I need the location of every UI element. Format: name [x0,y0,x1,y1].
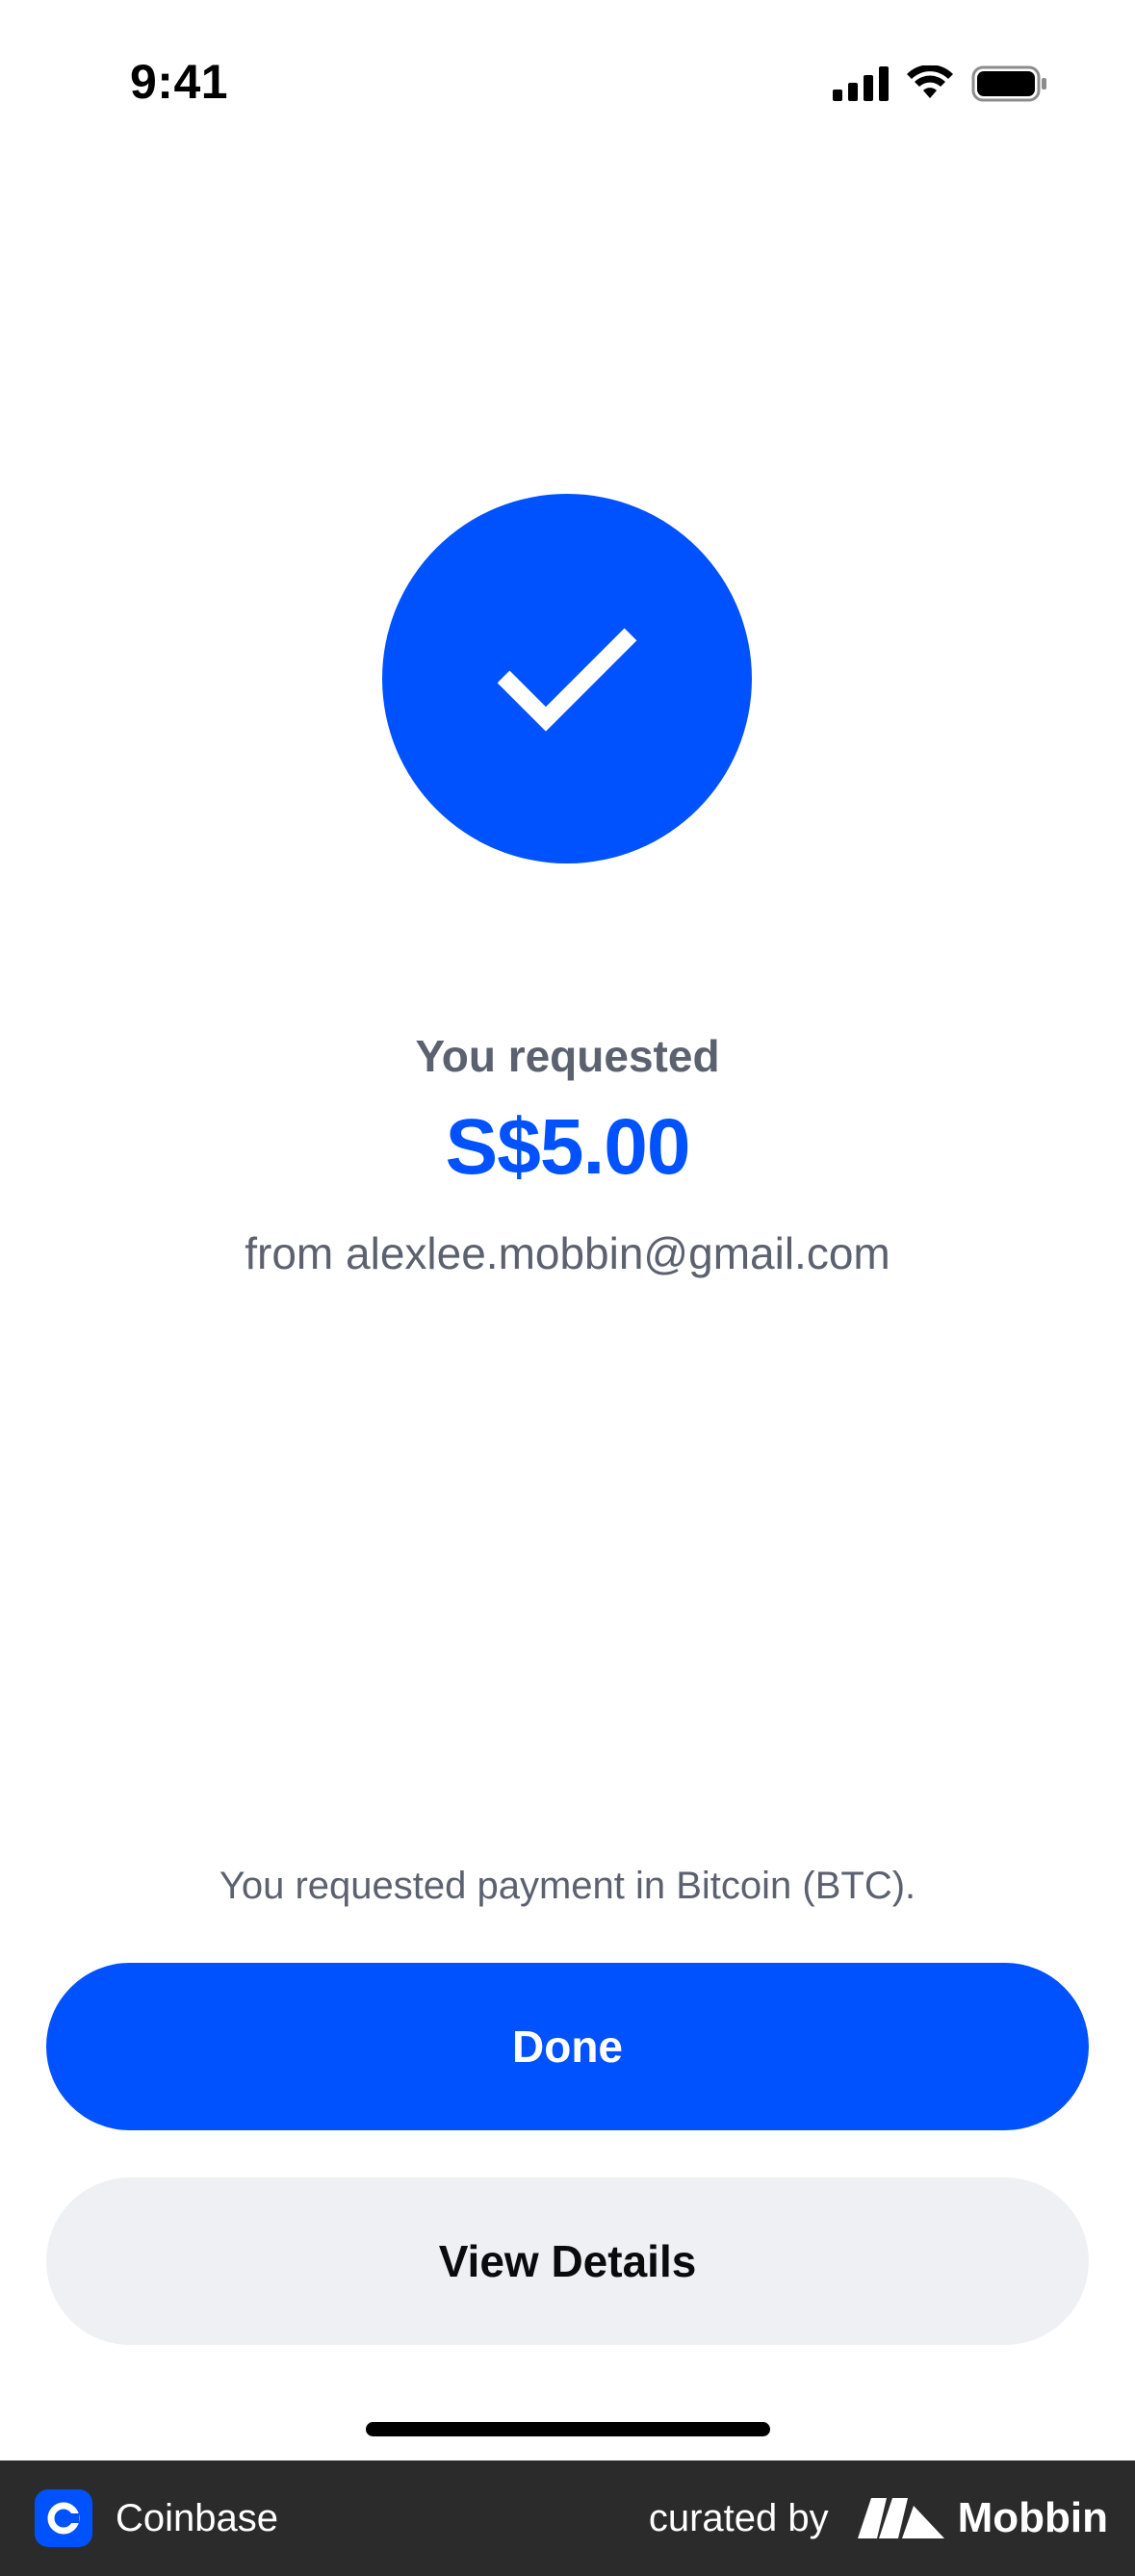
home-indicator[interactable] [366,2422,770,2436]
footer-credit: curated by Mobbin [649,2460,1108,2576]
done-button[interactable]: Done [46,1963,1089,2130]
status-icons [833,64,1048,104]
footer-bar: Coinbase curated by Mobbin [0,2460,1135,2576]
mobbin-brand-name: Mobbin [957,2494,1108,2541]
mobbin-brand: Mobbin [857,2494,1108,2542]
wifi-icon [907,65,953,98]
status-bar: 9:41 [0,0,1135,168]
request-amount: S$5.00 [445,1103,691,1191]
request-from-email: from alexlee.mobbin@gmail.com [245,1228,890,1278]
request-headline: You requested [415,1031,720,1081]
status-time: 9:41 [130,55,229,109]
cellular-signal-icon [833,66,889,101]
curated-by-label: curated by [648,2496,829,2539]
mobbin-logo-icon [857,2498,944,2538]
footer-app-name: Coinbase [116,2496,279,2539]
request-success-screen: 9:41 You requested S$5.00 from alexlee.m… [0,0,1135,2576]
view-details-button[interactable]: View Details [46,2177,1089,2345]
battery-icon [971,65,1046,102]
payment-currency-note: You requested payment in Bitcoin (BTC). [219,1865,916,1907]
coinbase-logo-icon [35,2489,92,2547]
success-badge [382,494,752,863]
checkmark-icon [497,628,637,732]
footer-app: Coinbase [35,2460,278,2576]
